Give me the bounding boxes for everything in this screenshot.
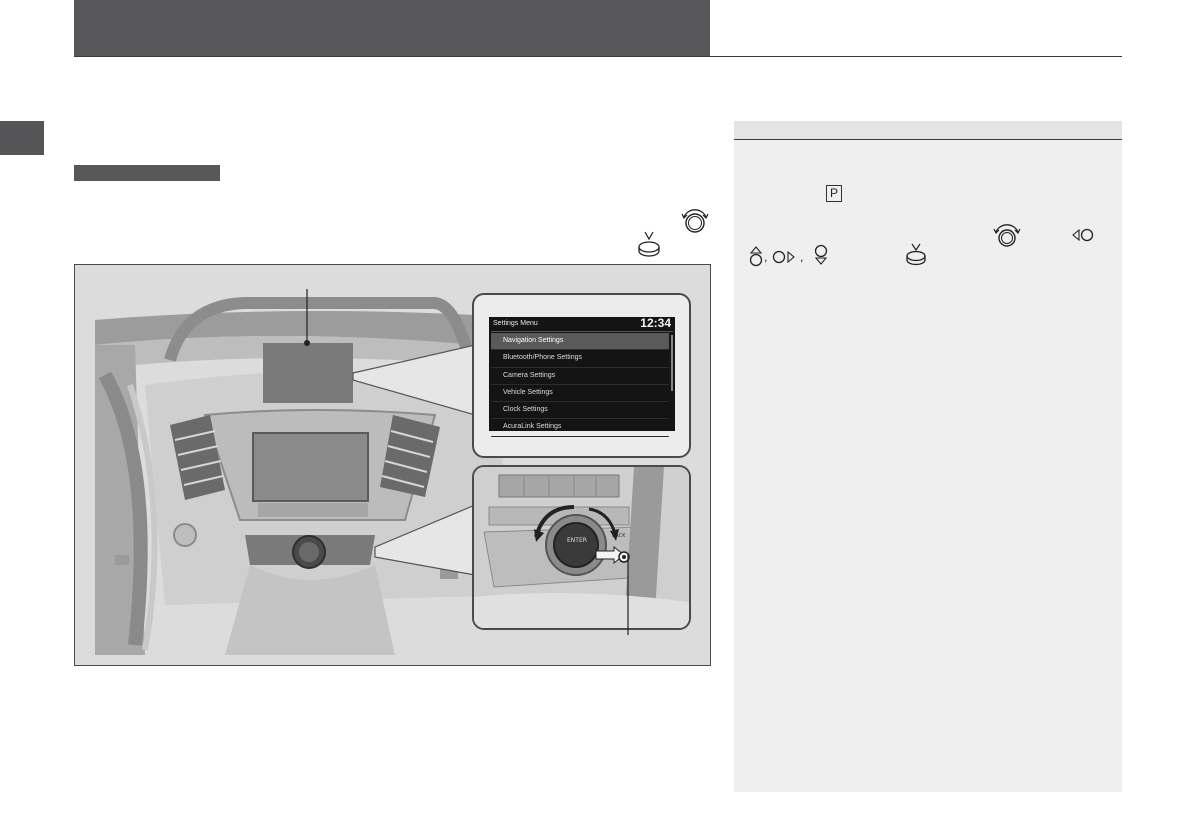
header-rule [74,56,1122,57]
note-move-up-icon [749,246,763,267]
screen-divider [491,331,673,332]
menu-item-label: Navigation Settings [503,337,564,344]
menu-item-camera-settings[interactable]: Camera Settings [491,368,669,385]
note-move-left-icon [1072,228,1094,242]
note-move-down-icon [814,244,828,265]
menu-item-label: Bluetooth/Phone Settings [503,354,583,362]
interface-dial-press-icon [638,231,660,257]
screen-scrollbar[interactable] [671,335,673,391]
menu-item-acuralink-settings[interactable]: AcuraLink Settings [491,419,669,437]
interface-dial-callout: ENTER BACK [472,465,691,630]
park-symbol: P [826,185,842,202]
menu-item-clock-settings[interactable]: Clock Settings [491,402,669,420]
settings-screen-callout: Settings Menu 12:34 Navigation Settings … [472,293,691,458]
note-comma: , [764,250,768,264]
note-panel-header [734,121,1122,140]
dashboard-illustration: Settings Menu 12:34 Navigation Settings … [74,264,711,666]
enter-label: ENTER [567,537,587,544]
subsection-label-bar [74,165,220,181]
note-dial-rotate-icon [993,224,1021,247]
settings-menu-title: Settings Menu [493,320,538,327]
note-dial-press-icon [906,243,926,266]
menu-item-navigation-settings[interactable]: Navigation Settings [491,333,669,351]
menu-item-vehicle-settings[interactable]: Vehicle Settings [491,385,669,403]
menu-item-label: AcuraLink Settings [503,423,562,431]
settings-screen: Settings Menu 12:34 Navigation Settings … [489,316,675,437]
dial-leader-line [627,555,629,635]
section-header-bar [74,0,710,56]
settings-menu-list: Navigation Settings Bluetooth/Phone Sett… [491,333,669,437]
interface-dial-drawing: ENTER BACK [474,467,689,628]
note-panel [734,121,1122,792]
menu-item-label: Camera Settings [503,371,556,379]
chapter-tab [0,121,44,155]
screen-clock: 12:34 [640,316,671,330]
note-move-right-icon [772,250,795,264]
menu-item-bluetooth-phone-settings[interactable]: Bluetooth/Phone Settings [491,350,669,368]
interface-dial-rotate-icon [681,209,709,233]
note-comma: , [800,250,804,264]
menu-item-label: Clock Settings [503,406,548,414]
menu-item-label: Vehicle Settings [503,388,553,396]
